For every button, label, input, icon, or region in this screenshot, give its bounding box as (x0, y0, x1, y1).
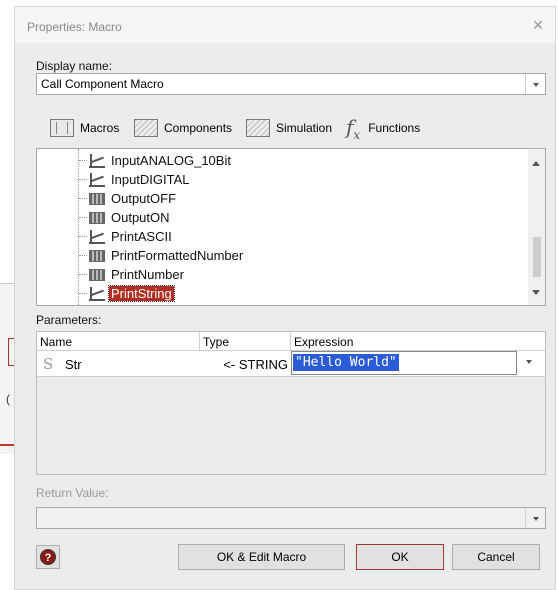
dialog-title: Properties: Macro (27, 20, 122, 34)
parameters-grid: Name Type Expression S Str <- STRING "He… (36, 331, 546, 475)
tab-simulation[interactable]: Simulation (246, 117, 332, 139)
macro-icon (89, 172, 105, 187)
tree-item[interactable]: OutputON (79, 208, 172, 227)
ok-button[interactable]: OK (356, 544, 444, 570)
chevron-down-icon[interactable] (525, 74, 545, 94)
macro-icon (89, 153, 105, 168)
expression-field[interactable]: "Hello World" (291, 351, 517, 375)
tab-components[interactable]: Components (134, 117, 232, 139)
ok-edit-macro-button[interactable]: OK & Edit Macro (178, 544, 345, 570)
param-name: Str (65, 357, 82, 372)
tab-macros-label: Macros (80, 121, 120, 135)
column-header-type[interactable]: Type (200, 332, 291, 351)
tree-item-label: OutputON (111, 210, 170, 225)
component-macro-tree[interactable]: InputANALOG_10Bit InputDIGITAL OutputOFF… (36, 148, 546, 306)
scroll-thumb[interactable] (533, 237, 541, 277)
help-button[interactable]: ? (36, 545, 60, 569)
background-window-text: ( (6, 392, 10, 406)
block-icon (89, 249, 105, 262)
macro-icon (89, 229, 105, 244)
chevron-down-icon[interactable] (519, 351, 543, 375)
tab-simulation-label: Simulation (276, 121, 333, 135)
display-name-label: Display name: (36, 59, 113, 73)
tree-item-label: OutputOFF (111, 191, 177, 206)
display-name-field[interactable]: Call Component Macro (36, 73, 546, 95)
functions-fx-icon: fx (346, 114, 361, 142)
properties-macro-dialog: Properties: Macro ✕ Display name: Call C… (14, 6, 556, 590)
param-type: <- STRING (223, 357, 288, 372)
tree-item-label: InputANALOG_10Bit (111, 153, 231, 168)
tab-macros[interactable]: Macros (50, 117, 119, 139)
tree-item-label: PrintNumber (111, 267, 184, 282)
chevron-down-icon (525, 508, 545, 528)
parameters-label: Parameters: (36, 313, 102, 327)
column-header-expression[interactable]: Expression (291, 332, 545, 351)
tree-item[interactable]: PrintASCII (79, 227, 174, 246)
tree-item[interactable]: PrintFormattedNumber (79, 246, 245, 265)
tree-item[interactable]: PrintNumber (79, 265, 186, 284)
tree-scrollbar[interactable] (528, 149, 545, 305)
block-icon (89, 268, 105, 281)
block-icon (89, 211, 105, 224)
tab-components-label: Components (164, 121, 233, 135)
table-row[interactable]: S Str <- STRING "Hello World" (37, 351, 545, 377)
string-s-icon: S (43, 355, 54, 373)
return-value-label: Return Value: (36, 486, 109, 500)
tree-item-selected[interactable]: PrintString (79, 284, 175, 303)
macro-icon (89, 306, 105, 307)
tree-item-label: PrintString (108, 285, 175, 302)
scroll-up-icon[interactable] (532, 161, 540, 166)
tab-functions[interactable]: fx Functions (346, 114, 421, 142)
expression-dropdown[interactable] (519, 351, 543, 375)
tree-item[interactable]: InputDIGITAL (79, 170, 192, 189)
cancel-button[interactable]: Cancel (452, 544, 540, 570)
macro-icon (89, 286, 105, 301)
tree-item-label: PrintFormattedNumber (111, 248, 244, 263)
column-header-name[interactable]: Name (37, 332, 200, 351)
simulation-icon (246, 119, 270, 137)
close-icon[interactable]: ✕ (529, 16, 547, 34)
display-name-value: Call Component Macro (41, 77, 164, 91)
scroll-down-icon[interactable] (532, 290, 540, 295)
tree-item[interactable]: OutputOFF (79, 189, 178, 208)
tree-item-partial[interactable] (79, 303, 109, 307)
title-bar: Properties: Macro ✕ (15, 7, 555, 43)
tab-functions-label: Functions (368, 121, 421, 135)
block-icon (89, 192, 105, 205)
components-icon (134, 119, 158, 137)
return-value-field (36, 507, 546, 529)
tree-item-label: InputDIGITAL (111, 172, 190, 187)
tree-item[interactable]: InputANALOG_10Bit (79, 151, 233, 170)
help-icon: ? (40, 549, 56, 565)
tree-item-label: PrintASCII (111, 229, 172, 244)
expression-value: "Hello World" (293, 354, 399, 371)
macros-icon (50, 119, 74, 137)
